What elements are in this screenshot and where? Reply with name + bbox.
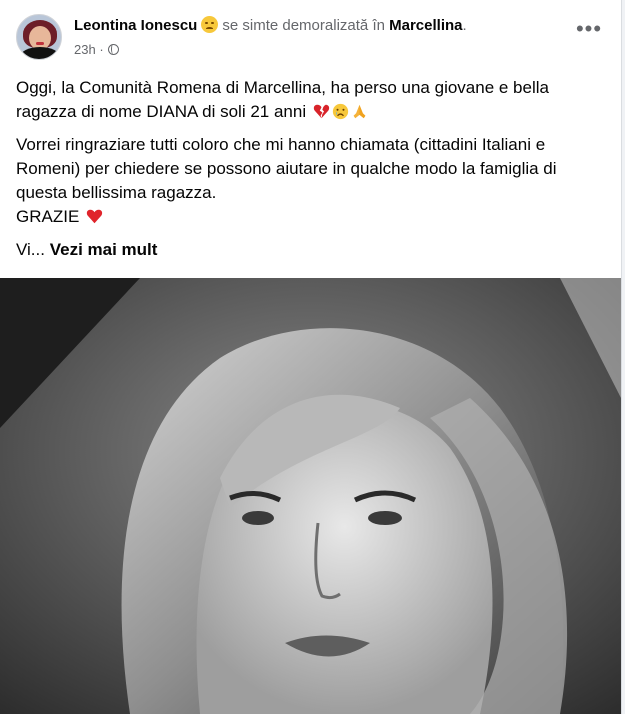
see-more-link[interactable]: Vezi mai mult [50,240,158,259]
post-photo[interactable] [0,278,621,714]
post-paragraph-2: Vorrei ringraziare tutti coloro che mi h… [16,133,599,229]
feeling-text: se simte demoralizată [222,17,369,34]
truncated-text: Vi... [16,240,45,259]
more-options-button[interactable]: ••• [573,18,605,48]
crying-face-emoji-icon [332,103,348,120]
see-more-line: Vi... Vezi mai mult [16,238,599,262]
broken-heart-emoji-icon [313,104,329,119]
post-card: Leontina Ionescu se simte demoralizată în… [0,0,622,714]
author-name[interactable]: Leontina Ionescu [74,17,197,34]
paragraph-3-text: GRAZIE [16,207,80,226]
timestamp[interactable]: 23h [74,42,96,57]
portrait-image [0,278,621,714]
paragraph-1-text: Oggi, la Comunità Romena di Marcellina, … [16,78,549,121]
post-author-line: Leontina Ionescu se simte demoralizată în… [74,16,467,36]
globe-icon[interactable] [107,44,119,55]
paragraph-2-text: Vorrei ringraziare tutti coloro che mi h… [16,135,557,202]
disappointed-face-emoji-icon [201,16,219,33]
post-paragraph-1: Oggi, la Comunità Romena di Marcellina, … [16,76,599,124]
in-word: în [372,17,385,34]
location-link[interactable]: Marcellina [389,17,462,34]
folded-hands-emoji-icon [353,104,366,119]
red-heart-emoji-icon [86,209,103,224]
location-suffix: . [462,17,467,34]
post-meta: 23h · [74,41,119,59]
avatar[interactable] [16,14,62,60]
post-header: Leontina Ionescu se simte demoralizată în… [16,14,605,62]
post-text: Oggi, la Comunità Romena di Marcellina, … [16,76,599,271]
